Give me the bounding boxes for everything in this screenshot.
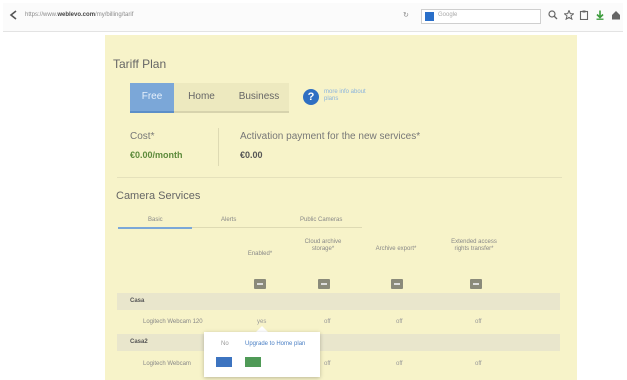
cell-cloud-archive[interactable]: off (324, 319, 331, 325)
tab-free[interactable]: Free (130, 83, 174, 113)
tab-business[interactable]: Business (229, 83, 289, 113)
column-toggle-button[interactable] (318, 279, 330, 289)
tab-home[interactable]: Home (174, 83, 229, 113)
url-field[interactable]: https://www.weblevo.com/my/billing/tarif (25, 12, 133, 18)
camera-services-heading: Camera Services (116, 190, 201, 202)
group-label: Casa (130, 298, 145, 304)
cell-archive-export[interactable]: off (396, 361, 403, 367)
column-toggle-button[interactable] (391, 279, 403, 289)
url-path: /my/billing/tarif (95, 12, 134, 18)
cell-archive-export[interactable]: off (396, 319, 403, 325)
cell-enabled[interactable]: yes (257, 319, 266, 325)
home-icon[interactable] (611, 10, 621, 20)
help-icon[interactable]: ? (303, 89, 319, 105)
search-placeholder: Google (438, 12, 458, 18)
divider (218, 128, 219, 166)
column-enabled: Enabled* (247, 251, 273, 257)
more-info-link[interactable]: more info about plans (324, 89, 374, 103)
section-divider (117, 177, 562, 178)
popup-no-text: No (221, 341, 229, 347)
group-row (117, 293, 560, 310)
url-prefix: https://www. (25, 12, 58, 18)
cell-cloud-archive[interactable]: off (324, 361, 331, 367)
upgrade-popup (204, 332, 320, 377)
cost-label-text: Cost (130, 131, 151, 142)
column-toggle-button[interactable] (254, 279, 266, 289)
column-cloud-archive-text: Cloud archive storage (304, 239, 342, 252)
upgrade-link[interactable]: Upgrade to Home plan (245, 341, 305, 347)
column-archive-export-text: Archive export (375, 246, 414, 252)
cell-extended-access[interactable]: off (475, 319, 482, 325)
group-label: Casa2 (130, 339, 148, 345)
star-icon[interactable] (564, 10, 574, 20)
browser-toolbar: https://www.weblevo.com/my/billing/tarif… (3, 3, 623, 32)
column-cloud-archive: Cloud archive storage* (304, 239, 342, 252)
activation-label-text: Activation payment for the new services (240, 131, 417, 142)
download-icon[interactable] (595, 10, 605, 20)
reload-icon[interactable]: ↻ (403, 11, 409, 19)
cost-label: Cost* (130, 131, 155, 142)
search-engine-icon (425, 12, 434, 21)
column-archive-export: Archive export* (375, 246, 417, 252)
subtab-basic[interactable]: Basic (148, 217, 163, 223)
column-extended-access-text: Extended access rights transfer (451, 239, 497, 252)
column-extended-access: Extended access rights transfer* (451, 239, 497, 252)
back-arrow-icon[interactable] (9, 10, 19, 20)
subtab-active-indicator (118, 227, 192, 229)
search-input[interactable]: Google (421, 9, 541, 24)
magnifier-icon[interactable] (548, 10, 558, 20)
confirm-button[interactable] (216, 357, 232, 367)
cell-extended-access[interactable]: off (475, 361, 482, 367)
clipboard-icon[interactable] (579, 10, 589, 20)
camera-name: Logitech Webcam (143, 361, 191, 367)
column-toggle-button[interactable] (470, 279, 482, 289)
upgrade-button[interactable] (245, 357, 261, 367)
url-domain: weblevo.com (57, 12, 96, 18)
group-row (117, 334, 560, 351)
subtab-line (192, 227, 362, 228)
activation-value: €0.00 (240, 150, 263, 160)
camera-name: Logitech Webcam 120 (143, 319, 203, 325)
subtab-alerts[interactable]: Alerts (221, 217, 236, 223)
activation-label: Activation payment for the new services* (240, 131, 421, 142)
column-enabled-text: Enabled (247, 251, 270, 257)
tariff-plan-heading: Tariff Plan (113, 57, 167, 71)
subtab-public-cameras[interactable]: Public Cameras (300, 217, 342, 223)
cost-value: €0.00/month (130, 150, 183, 160)
